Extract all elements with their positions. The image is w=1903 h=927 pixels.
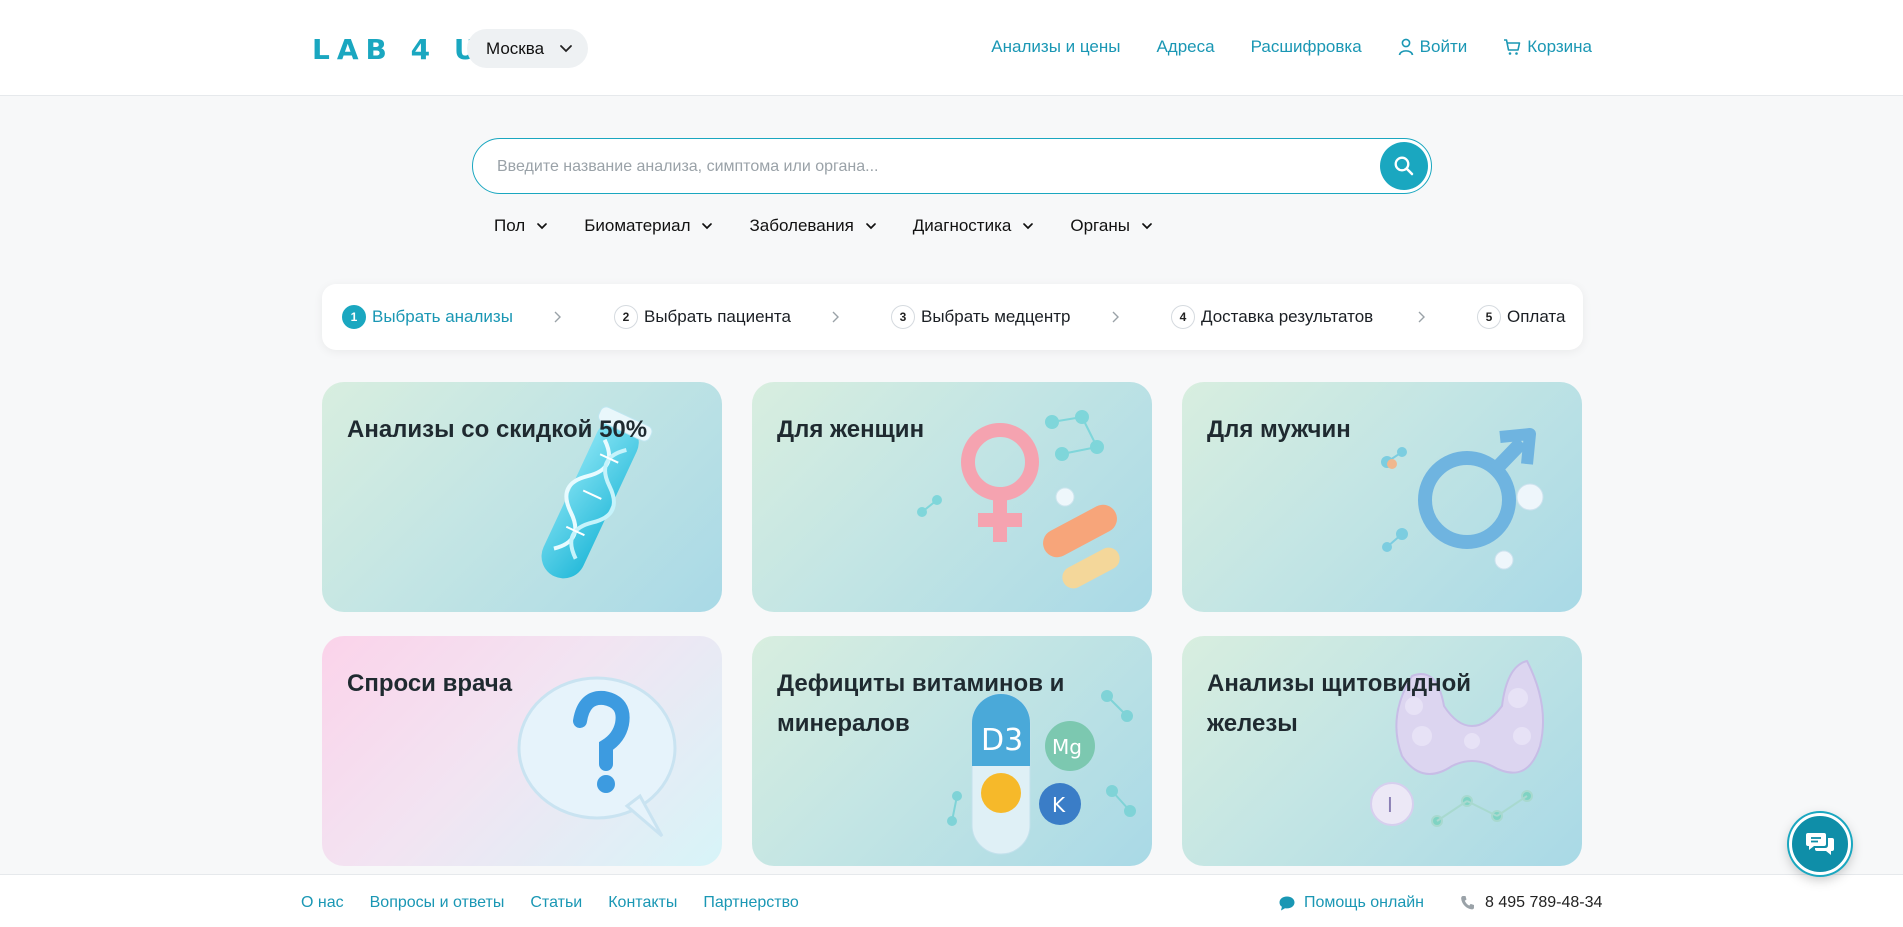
step-select-medcenter[interactable]: 3 Выбрать медцентр (891, 305, 1071, 329)
chat-button[interactable] (1789, 813, 1851, 875)
filter-biomaterial[interactable]: Биоматериал (584, 216, 713, 236)
chevron-down-icon (865, 223, 876, 230)
chevron-right-icon (832, 311, 839, 323)
phone-number: 8 495 789-48-34 (1485, 894, 1603, 911)
card-title: Дефициты витаминов и минералов (777, 670, 1065, 737)
filter-label: Пол (494, 216, 526, 235)
chevron-right-icon (1418, 311, 1425, 323)
logo[interactable]: LAB 4 U (312, 33, 484, 66)
step-select-analyses[interactable]: 1 Выбрать анализы (342, 305, 513, 329)
step-label: Оплата (1507, 307, 1566, 326)
step-number: 2 (614, 305, 638, 329)
nav-label: Корзина (1527, 37, 1592, 56)
step-label: Выбрать пациента (644, 307, 791, 326)
filter-diagnostics[interactable]: Диагностика (913, 216, 1035, 236)
order-steps: 1 Выбрать анализы 2 Выбрать пациента 3 Выбр… (322, 284, 1583, 350)
online-help-label: Помощь онлайн (1304, 894, 1424, 911)
card-for-women[interactable]: Для женщин (752, 382, 1152, 612)
step-label: Доставка результатов (1201, 307, 1374, 326)
nav-label: Анализы и цены (991, 37, 1121, 56)
nav-label: Расшифровка (1250, 37, 1362, 56)
card-for-men[interactable]: Для мужчин (1182, 382, 1582, 612)
nav-login[interactable]: Войти (1398, 37, 1468, 57)
filter-organs[interactable]: Органы (1070, 216, 1153, 236)
city-label: Москва (486, 38, 545, 58)
search-input[interactable] (497, 153, 1347, 181)
filter-bar: Пол Биоматериал Заболевания Диагностика … (494, 216, 1153, 236)
card-ask-doctor[interactable]: Спроси врача (322, 636, 722, 866)
nav-decoding[interactable]: Расшифровка (1251, 37, 1362, 57)
filter-diseases[interactable]: Заболевания (749, 216, 876, 236)
step-select-patient[interactable]: 2 Выбрать пациента (614, 305, 791, 329)
potassium-label: K (1052, 793, 1066, 817)
step-label: Выбрать анализы (372, 307, 513, 326)
filter-label: Биоматериал (584, 216, 691, 235)
filter-label: Органы (1070, 216, 1130, 235)
card-title: Анализы со скидкой 50% (347, 416, 648, 443)
iodine-label: I (1387, 793, 1393, 817)
footer-link-contacts[interactable]: Контакты (608, 894, 677, 912)
step-number: 4 (1171, 305, 1195, 329)
main-nav: Анализы и цены Адреса Расшифровка Войти … (991, 37, 1592, 57)
card-title: Для мужчин (1207, 416, 1351, 443)
step-number: 5 (1477, 305, 1501, 329)
footer-link-faq[interactable]: Вопросы и ответы (370, 894, 505, 912)
cart-icon (1504, 39, 1521, 55)
chevron-right-icon (1112, 311, 1119, 323)
chevron-down-icon (1142, 223, 1152, 230)
card-title: Спроси врача (347, 670, 513, 697)
step-number: 1 (342, 305, 366, 329)
step-results-delivery[interactable]: 4 Доставка результатов (1171, 305, 1373, 329)
footer-bar: О нас Вопросы и ответы Статьи Контакты П… (0, 874, 1903, 927)
nav-label: Войти (1419, 37, 1468, 56)
user-icon (1398, 38, 1413, 56)
card-discount-50[interactable]: Анализы со скидкой 50% (322, 382, 722, 612)
card-vitamin-deficiencies[interactable]: Дефициты витаминов и минералов D3 Mg K (752, 636, 1152, 866)
online-help-link[interactable]: Помощь онлайн (1278, 894, 1424, 912)
step-label: Выбрать медцентр (921, 307, 1071, 326)
step-payment[interactable]: 5 Оплата (1477, 305, 1565, 329)
filter-label: Диагностика (912, 216, 1012, 235)
phone-contact[interactable]: 8 495 789-48-34 (1460, 894, 1602, 912)
nav-analyses-prices[interactable]: Анализы и цены (991, 37, 1120, 57)
filter-gender[interactable]: Пол (494, 216, 548, 236)
step-number: 3 (891, 305, 915, 329)
footer-link-partnership[interactable]: Партнерство (703, 894, 798, 912)
card-title: Для женщин (777, 416, 925, 443)
card-title: Анализы щитовидной железы (1207, 670, 1472, 737)
chevron-down-icon (537, 223, 548, 230)
filter-label: Заболевания (749, 216, 854, 235)
footer-links: О нас Вопросы и ответы Статьи Контакты П… (301, 894, 799, 912)
nav-cart[interactable]: Корзина (1503, 37, 1592, 57)
card-thyroid-analyses[interactable]: Анализы щитовидной железы I (1182, 636, 1582, 866)
site-header: LAB 4 U Москва Анализы и цены Адреса Рас… (0, 0, 1903, 96)
nav-label: Адреса (1156, 37, 1215, 56)
chevron-down-icon (702, 223, 713, 230)
chevron-right-icon (554, 311, 561, 323)
footer-link-articles[interactable]: Статьи (530, 894, 582, 912)
search-button[interactable] (1380, 142, 1428, 190)
chat-icon (1806, 833, 1834, 855)
search-bar (472, 138, 1432, 194)
chat-bubble-icon (1279, 896, 1295, 910)
city-selector[interactable]: Москва (467, 29, 588, 68)
chevron-down-icon (1023, 223, 1034, 230)
phone-icon (1461, 896, 1474, 910)
footer-link-about[interactable]: О нас (301, 894, 344, 912)
chevron-down-icon (560, 45, 572, 53)
search-icon (1394, 156, 1414, 176)
nav-addresses[interactable]: Адреса (1156, 37, 1214, 57)
